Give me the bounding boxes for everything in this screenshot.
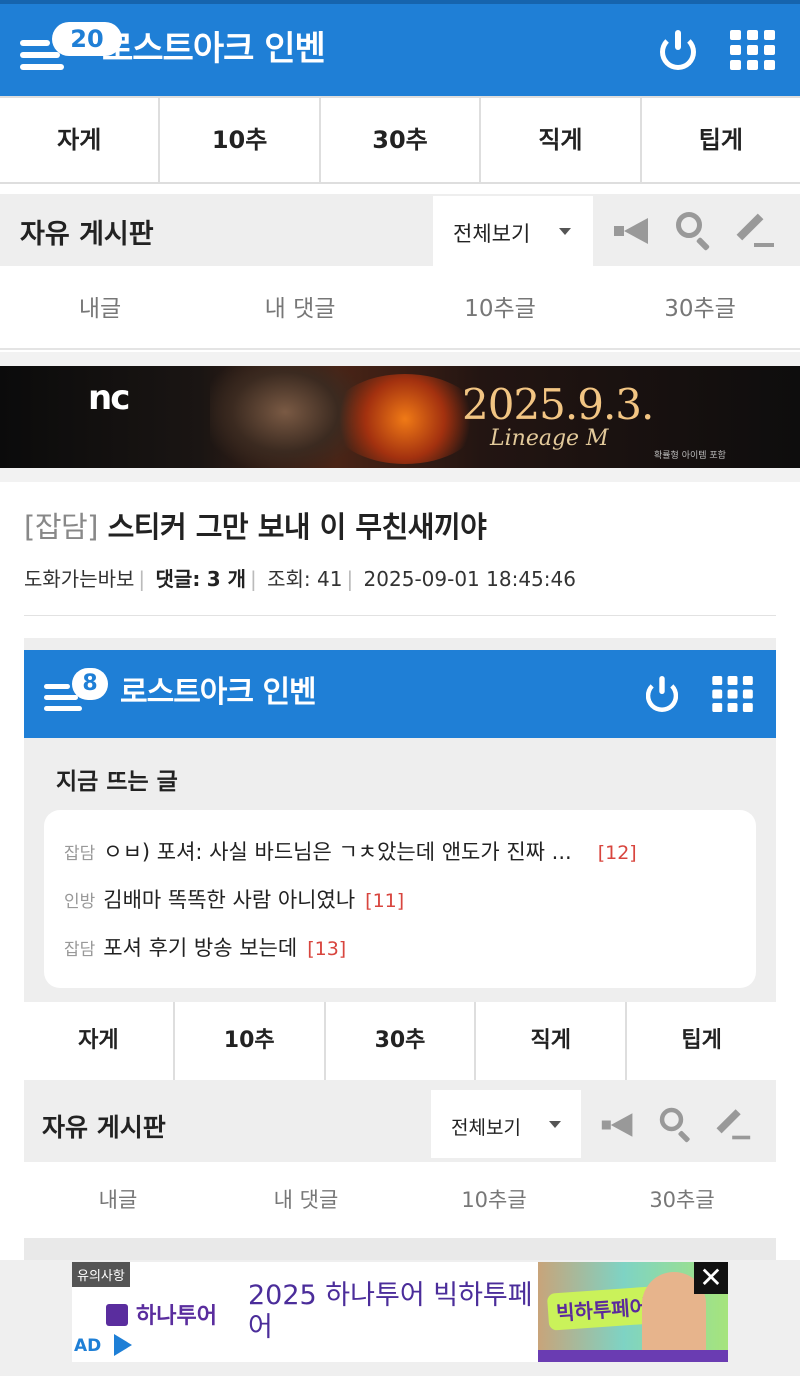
power-icon[interactable]: [658, 30, 698, 70]
tab-free: 자게: [24, 1002, 173, 1080]
tab-10-recommend: 10추: [174, 1002, 324, 1080]
tab-10-recommend[interactable]: 10추: [160, 98, 319, 182]
megaphone-icon: [601, 1113, 634, 1137]
ad-notice[interactable]: 유의사항: [72, 1262, 130, 1287]
apps-grid-icon[interactable]: [730, 30, 776, 70]
power-icon: [644, 676, 680, 712]
post-title: [잡담] 스티커 그만 보내 이 무친새끼야: [24, 504, 487, 546]
banner-date: 2025.9.3.: [462, 380, 654, 429]
notification-badge: 8: [72, 668, 108, 700]
hot-post-item: 잡담 포셔 후기 방송 보는데 [13]: [64, 936, 347, 960]
post-title-text: 스티커 그만 보내 이 무친새끼야: [107, 510, 487, 544]
subnav-10-rec-posts[interactable]: 10추글: [400, 268, 600, 348]
tab-tips[interactable]: 팁게: [641, 98, 800, 182]
post-category: [잡담]: [24, 510, 99, 544]
tab-free[interactable]: 자게: [0, 98, 159, 182]
menu-icon: 8: [44, 668, 114, 718]
embedded-header: 8 로스트아크 인벤: [24, 650, 776, 738]
subnav-my-posts[interactable]: 내글: [0, 268, 200, 348]
ad-image-strip: [538, 1350, 728, 1362]
board-name: 자유 게시판: [42, 1113, 166, 1142]
hot-post-item: 잡담 ㅇㅂ) 포셔: 사실 바드님은 ㄱㅊ았는데 앤도가 진짜 ... [12]: [64, 840, 637, 864]
megaphone-icon[interactable]: [614, 218, 650, 244]
write-icon[interactable]: [736, 212, 774, 248]
views-label: 조회:: [267, 567, 311, 591]
adchoices-icon[interactable]: [114, 1334, 132, 1356]
nc-logo: nc: [88, 378, 130, 418]
site-title[interactable]: 로스트아크 인벤: [102, 24, 326, 74]
post-meta: 도화가는바보 | 댓글: 3 개 | 조회: 41 | 2025-09-01 18:4…: [24, 567, 576, 591]
subnav-my-comments[interactable]: 내 댓글: [200, 268, 400, 348]
tab-30-recommend: 30추: [325, 1002, 475, 1080]
tab-job[interactable]: 직게: [481, 98, 640, 182]
hot-posts-title: 지금 뜨는 글: [56, 769, 178, 795]
post-image: 8 로스트아크 인벤 지금 뜨는 글 잡담 ㅇㅂ) 포셔: 사실 바드님은 ㄱㅊ았…: [24, 638, 776, 1260]
search-icon[interactable]: [676, 212, 712, 252]
filter-value: 전체보기: [453, 222, 531, 246]
board-tabs: 자게 10추 30추 직게 팁게: [0, 96, 800, 184]
board-subnav: 내글 내 댓글 10추글 30추글: [0, 268, 800, 350]
divider: [0, 468, 800, 482]
search-icon: [659, 1107, 692, 1143]
embedded-board-header: 자유 게시판 전체보기: [24, 1088, 776, 1160]
board-header: 자유 게시판 전체보기: [0, 194, 800, 266]
tab-job: 직게: [476, 1002, 626, 1080]
top-header: 20 로스트아크 인벤: [0, 0, 800, 96]
banner-product: Lineage M: [490, 426, 609, 451]
chevron-down-icon: [559, 228, 571, 235]
embedded-board-subnav: 내글 내 댓글 10추글 30추글: [24, 1162, 776, 1238]
ad-headline[interactable]: 2025 하나투어 빅하투페어: [248, 1280, 538, 1344]
subnav-30-rec-posts[interactable]: 30추글: [600, 268, 800, 348]
board-name: 자유 게시판: [20, 219, 154, 250]
chevron-down-icon: [549, 1121, 561, 1128]
bottom-ad[interactable]: 유의사항 하나투어 2025 하나투어 빅하투페어 AD 빅하투페어 ✕: [72, 1262, 728, 1362]
views-count: 41: [316, 567, 343, 591]
filter-dropdown: 전체보기: [431, 1090, 581, 1158]
divider: [0, 352, 800, 366]
site-title: 로스트아크 인벤: [120, 675, 317, 710]
divider: [24, 615, 776, 616]
embedded-list-edge: [24, 1238, 776, 1260]
hot-post-item: 인방 김배마 똑똑한 사람 아니였나 [11]: [64, 888, 405, 912]
ad-label: AD: [74, 1336, 102, 1356]
hot-posts-list: 잡담 ㅇㅂ) 포셔: 사실 바드님은 ㄱㅊ았는데 앤도가 진짜 ... [12] 인…: [44, 810, 756, 988]
ad-brand-logo: 하나투어: [106, 1298, 217, 1330]
filter-dropdown[interactable]: 전체보기: [433, 196, 593, 266]
fire-glow: [330, 374, 480, 464]
tab-30-recommend[interactable]: 30추: [320, 98, 480, 182]
close-icon[interactable]: ✕: [694, 1262, 728, 1294]
ad-image-badge: 빅하투페어: [546, 1286, 658, 1331]
write-icon: [716, 1108, 751, 1140]
post-datetime: 2025-09-01 18:45:46: [363, 567, 576, 591]
tab-tips: 팁게: [627, 1002, 776, 1080]
menu-icon[interactable]: 20: [20, 22, 122, 78]
comments-label: 댓글:: [155, 567, 201, 591]
banner-fine-print: 확률형 아이템 포함: [654, 451, 726, 461]
apps-grid-icon: [712, 676, 753, 712]
comments-count[interactable]: 3 개: [207, 567, 246, 591]
post-author[interactable]: 도화가는바보: [24, 567, 134, 591]
embedded-board-tabs: 자게 10추 30추 직게 팁게: [24, 1002, 776, 1080]
ad-banner[interactable]: nc 2025.9.3. Lineage M 확률형 아이템 포함: [0, 366, 800, 468]
